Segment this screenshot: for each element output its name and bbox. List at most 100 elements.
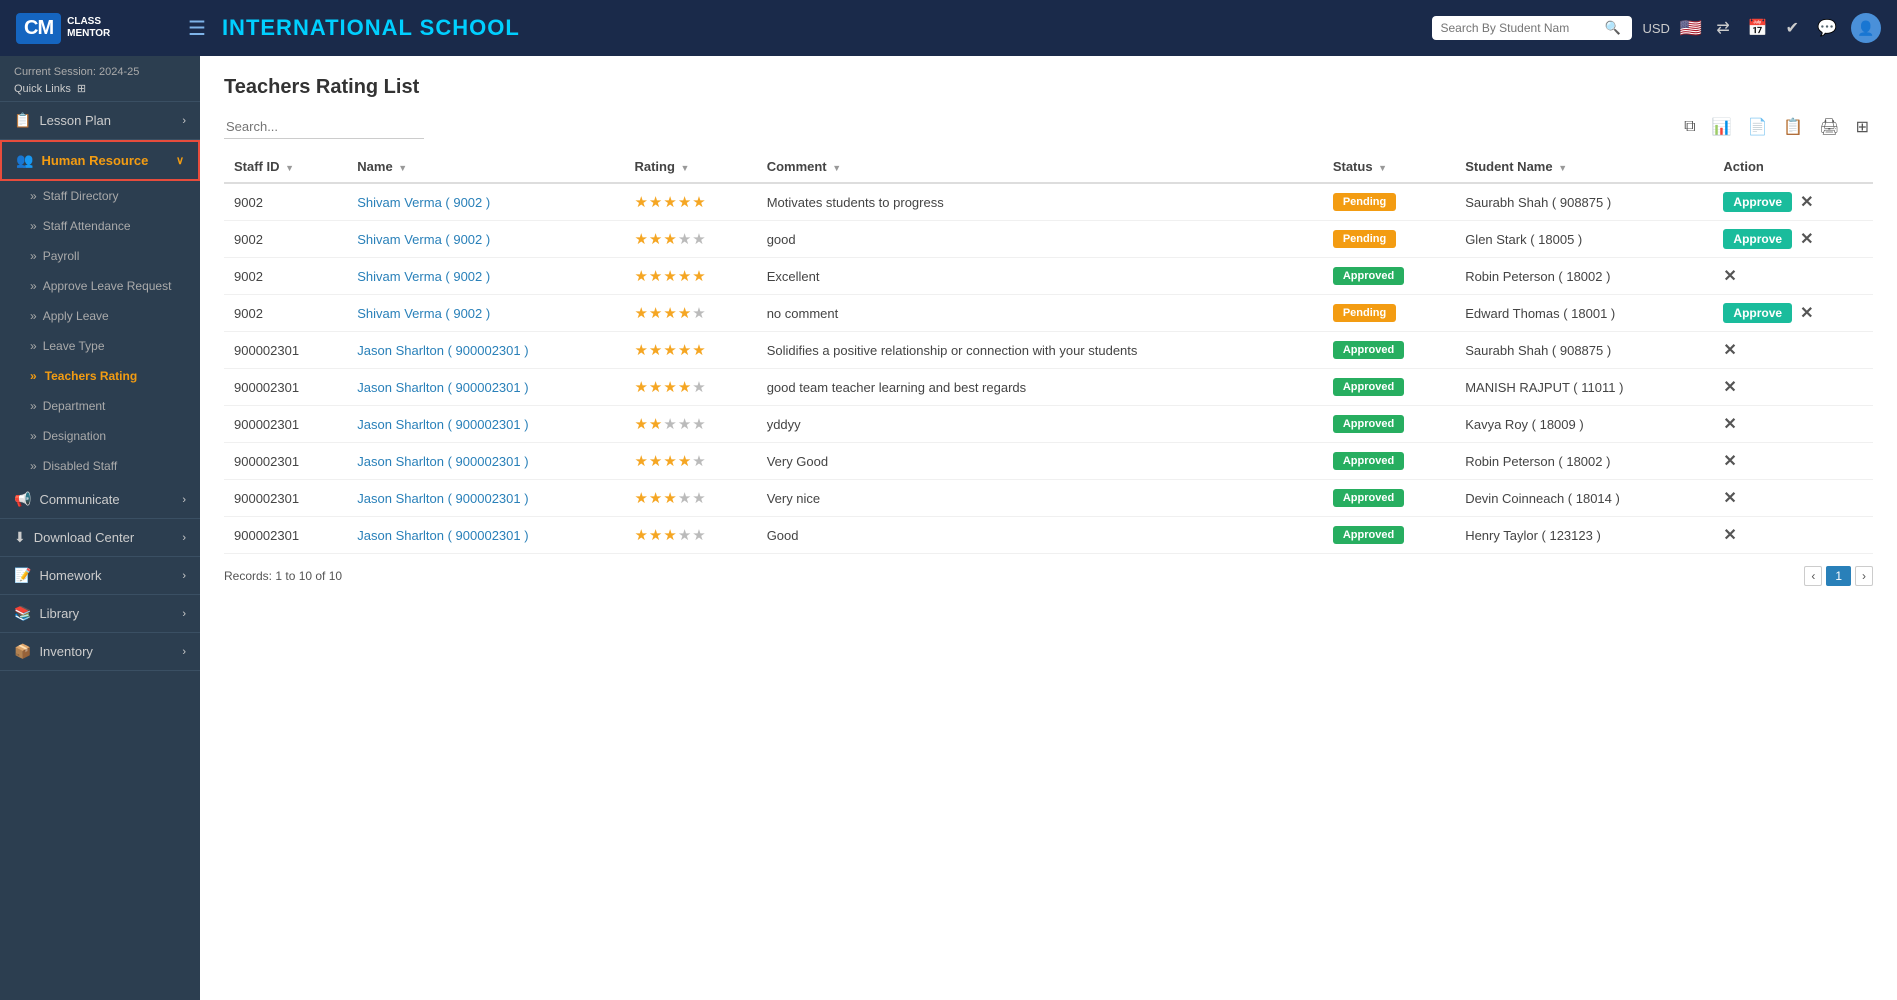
sidebar-item-lesson-plan[interactable]: 📋 Lesson Plan › xyxy=(0,102,200,140)
sidebar-item-download-center[interactable]: ⬇ Download Center › xyxy=(0,519,200,557)
sidebar-sub-label: Staff Attendance xyxy=(43,219,131,233)
sidebar-item-human-resource[interactable]: 👥 Human Resource ∨ xyxy=(0,140,200,181)
sidebar-sub-label: Department xyxy=(43,399,106,413)
approve-button[interactable]: Approve xyxy=(1723,303,1792,323)
star-5-icon: ★ xyxy=(692,415,705,433)
next-page-button[interactable]: › xyxy=(1855,566,1873,586)
pdf-export-icon[interactable]: 📋 xyxy=(1779,115,1807,139)
check-icon[interactable]: ✔ xyxy=(1782,14,1803,42)
cell-staff-id: 9002 xyxy=(224,221,347,258)
sidebar-sub-designation[interactable]: » Designation xyxy=(0,421,200,451)
cell-staff-id: 900002301 xyxy=(224,332,347,369)
staff-name-link[interactable]: Jason Sharlton ( 900002301 ) xyxy=(357,528,528,543)
staff-name-link[interactable]: Shivam Verma ( 9002 ) xyxy=(357,232,490,247)
cell-staff-id: 900002301 xyxy=(224,443,347,480)
star-2-icon: ★ xyxy=(649,230,662,248)
status-badge: Approved xyxy=(1333,341,1404,359)
lesson-plan-icon: 📋 xyxy=(14,112,31,129)
delete-button[interactable]: ✕ xyxy=(1800,192,1813,212)
staff-name-link[interactable]: Shivam Verma ( 9002 ) xyxy=(357,269,490,284)
staff-name-link[interactable]: Jason Sharlton ( 900002301 ) xyxy=(357,343,528,358)
delete-button[interactable]: ✕ xyxy=(1723,377,1736,397)
page-1-button[interactable]: 1 xyxy=(1826,566,1851,586)
col-header-name[interactable]: Name ▼ xyxy=(347,151,624,183)
sub-arrow-icon: » xyxy=(30,249,37,263)
delete-button[interactable]: ✕ xyxy=(1723,488,1736,508)
status-badge: Approved xyxy=(1333,526,1404,544)
sidebar-sub-apply-leave[interactable]: » Apply Leave xyxy=(0,301,200,331)
approve-button[interactable]: Approve xyxy=(1723,192,1792,212)
star-3-icon: ★ xyxy=(663,526,676,544)
star-5-icon: ★ xyxy=(692,526,705,544)
staff-name-link[interactable]: Shivam Verma ( 9002 ) xyxy=(357,195,490,210)
hamburger-icon[interactable]: ☰ xyxy=(188,16,206,41)
exchange-icon[interactable]: ⇄ xyxy=(1712,14,1733,42)
copy-icon[interactable]: ⧉ xyxy=(1680,116,1699,138)
flag-icon[interactable]: 🇺🇸 xyxy=(1680,18,1702,39)
staff-name-link[interactable]: Jason Sharlton ( 900002301 ) xyxy=(357,454,528,469)
staff-name-link[interactable]: Jason Sharlton ( 900002301 ) xyxy=(357,417,528,432)
calendar-icon[interactable]: 📅 xyxy=(1744,14,1772,42)
cell-rating: ★★★★★ xyxy=(624,369,756,406)
student-search-box[interactable]: 🔍 xyxy=(1432,16,1632,40)
table-action-icons: ⧉ 📊 📄 📋 🖨 ⊞ xyxy=(1680,115,1873,139)
sidebar-sub-staff-attendance[interactable]: » Staff Attendance xyxy=(0,211,200,241)
human-resource-icon: 👥 xyxy=(16,152,33,169)
cell-student-name: Robin Peterson ( 18002 ) xyxy=(1455,258,1713,295)
star-3-icon: ★ xyxy=(663,341,676,359)
star-5-icon: ★ xyxy=(692,193,705,211)
sidebar-sub-leave-type[interactable]: » Leave Type xyxy=(0,331,200,361)
staff-name-link[interactable]: Shivam Verma ( 9002 ) xyxy=(357,306,490,321)
sidebar-item-homework[interactable]: 📝 Homework › xyxy=(0,557,200,595)
sidebar-sub-payroll[interactable]: » Payroll xyxy=(0,241,200,271)
excel-export-icon[interactable]: 📊 xyxy=(1708,115,1736,139)
sidebar-sub-staff-directory[interactable]: » Staff Directory xyxy=(0,181,200,211)
pagination: ‹ 1 › xyxy=(1804,566,1873,586)
staff-name-link[interactable]: Jason Sharlton ( 900002301 ) xyxy=(357,491,528,506)
whatsapp-icon[interactable]: 💬 xyxy=(1813,14,1841,42)
approve-button[interactable]: Approve xyxy=(1723,229,1792,249)
sidebar-sub-department[interactable]: » Department xyxy=(0,391,200,421)
col-header-student-name[interactable]: Student Name ▼ xyxy=(1455,151,1713,183)
quick-links[interactable]: Quick Links ⊞ xyxy=(14,82,186,95)
cell-staff-id: 900002301 xyxy=(224,406,347,443)
sidebar-item-library[interactable]: 📚 Library › xyxy=(0,595,200,633)
star-4-icon: ★ xyxy=(678,526,691,544)
sidebar-sub-teachers-rating[interactable]: Teachers Rating xyxy=(0,361,200,391)
currency-label: USD xyxy=(1642,21,1669,36)
sidebar-item-label: Inventory xyxy=(39,644,92,659)
col-header-staff-id[interactable]: Staff ID ▼ xyxy=(224,151,347,183)
sidebar-sub-approve-leave[interactable]: » Approve Leave Request xyxy=(0,271,200,301)
table-search-input[interactable] xyxy=(224,115,424,139)
delete-button[interactable]: ✕ xyxy=(1800,303,1813,323)
user-avatar[interactable]: 👤 xyxy=(1851,13,1881,43)
prev-page-button[interactable]: ‹ xyxy=(1804,566,1822,586)
col-header-comment[interactable]: Comment ▼ xyxy=(757,151,1323,183)
cell-student-name: Robin Peterson ( 18002 ) xyxy=(1455,443,1713,480)
delete-button[interactable]: ✕ xyxy=(1723,340,1736,360)
delete-button[interactable]: ✕ xyxy=(1723,451,1736,471)
cell-status: Pending xyxy=(1323,183,1455,221)
delete-button[interactable]: ✕ xyxy=(1723,266,1736,286)
chevron-right-icon: › xyxy=(182,494,186,506)
csv-export-icon[interactable]: 📄 xyxy=(1743,115,1771,139)
sidebar-sub-disabled-staff[interactable]: » Disabled Staff xyxy=(0,451,200,481)
staff-name-link[interactable]: Jason Sharlton ( 900002301 ) xyxy=(357,380,528,395)
col-header-rating[interactable]: Rating ▼ xyxy=(624,151,756,183)
print-icon[interactable]: 🖨 xyxy=(1815,115,1843,139)
student-search-input[interactable] xyxy=(1440,21,1600,35)
status-badge: Pending xyxy=(1333,230,1396,248)
cell-name: Jason Sharlton ( 900002301 ) xyxy=(347,332,624,369)
delete-button[interactable]: ✕ xyxy=(1723,414,1736,434)
sidebar-item-communicate[interactable]: 📢 Communicate › xyxy=(0,481,200,519)
star-1-icon: ★ xyxy=(634,193,647,211)
delete-button[interactable]: ✕ xyxy=(1723,525,1736,545)
sidebar-item-inventory[interactable]: 📦 Inventory › xyxy=(0,633,200,671)
delete-button[interactable]: ✕ xyxy=(1800,229,1813,249)
col-header-status[interactable]: Status ▼ xyxy=(1323,151,1455,183)
column-visibility-icon[interactable]: ⊞ xyxy=(1852,115,1873,139)
table-footer: Records: 1 to 10 of 10 ‹ 1 › xyxy=(224,566,1873,586)
star-3-icon: ★ xyxy=(663,193,676,211)
search-icon[interactable]: 🔍 xyxy=(1604,20,1620,36)
action-cell: ✕ xyxy=(1723,340,1863,360)
